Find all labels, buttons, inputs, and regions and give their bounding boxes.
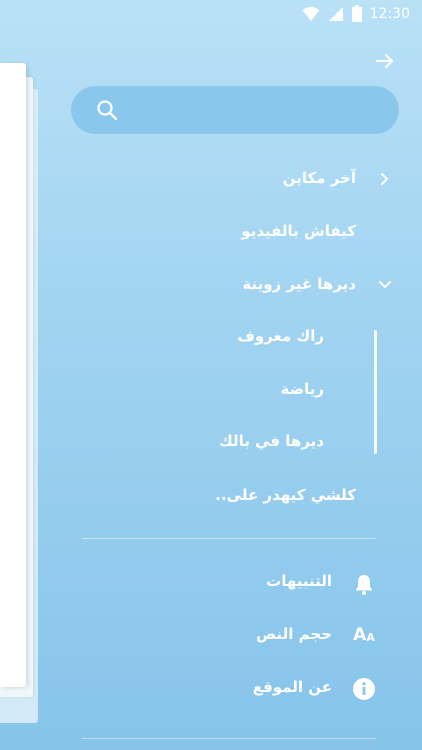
submenu-item-label: رياضة xyxy=(280,380,325,398)
menu-item-label: كلشي كيهدر على.. xyxy=(215,486,356,504)
settings-item-label: حجم النص xyxy=(256,625,332,643)
settings-item-label: التنبيهات xyxy=(266,572,332,590)
settings-item-text-size[interactable]: حجم النص xyxy=(256,618,332,650)
submenu-item-keep-in-mind[interactable]: ديرها في بالك xyxy=(219,425,324,457)
status-icons: 12:30 xyxy=(302,5,410,22)
submenu-item-famous[interactable]: راك معروف xyxy=(237,320,324,352)
settings-item-about[interactable]: عن الموقع xyxy=(253,671,332,703)
settings-item-label: عن الموقع xyxy=(252,678,332,696)
text-size-icon: AA xyxy=(353,625,375,645)
settings-item-notifications[interactable]: التنبيهات xyxy=(266,565,332,597)
menu-item-label: آخر مكاين xyxy=(282,169,356,187)
menu-item-label: كيفاش بالفيديو xyxy=(241,222,356,240)
menu-item-latest[interactable]: آخر مكاين xyxy=(283,161,356,195)
divider xyxy=(82,738,376,739)
wifi-icon xyxy=(302,6,320,21)
arrow-right-button[interactable] xyxy=(374,50,396,72)
status-bar: 12:30 xyxy=(0,0,422,28)
info-icon xyxy=(352,677,376,701)
menu-item-everyone-talks[interactable]: كلشي كيهدر على.. xyxy=(215,478,356,512)
battery-icon xyxy=(351,5,362,22)
submenu-item-sport[interactable]: رياضة xyxy=(281,373,325,405)
chevron-right-icon[interactable] xyxy=(378,172,392,186)
bell-icon xyxy=(352,572,376,596)
search-bar[interactable] xyxy=(71,86,399,134)
content-page-stack[interactable] xyxy=(0,63,40,723)
status-time: 12:30 xyxy=(369,5,410,22)
chevron-down-icon[interactable] xyxy=(378,278,392,292)
submenu-item-label: ديرها في بالك xyxy=(219,432,324,450)
search-input[interactable] xyxy=(131,96,385,126)
search-icon[interactable] xyxy=(96,99,118,121)
submenu-item-label: راك معروف xyxy=(237,327,324,345)
submenu-indicator-line xyxy=(374,330,377,454)
menu-item-label: ديرها غير زوينة xyxy=(242,275,356,293)
divider xyxy=(82,538,376,539)
menu-item-video[interactable]: كيفاش بالفيديو xyxy=(241,214,356,248)
signal-icon xyxy=(328,6,343,21)
menu-item-make-it-nice[interactable]: ديرها غير زوينة xyxy=(242,267,356,301)
arrow-right-icon xyxy=(376,54,393,68)
page-layer-front[interactable] xyxy=(0,63,26,687)
